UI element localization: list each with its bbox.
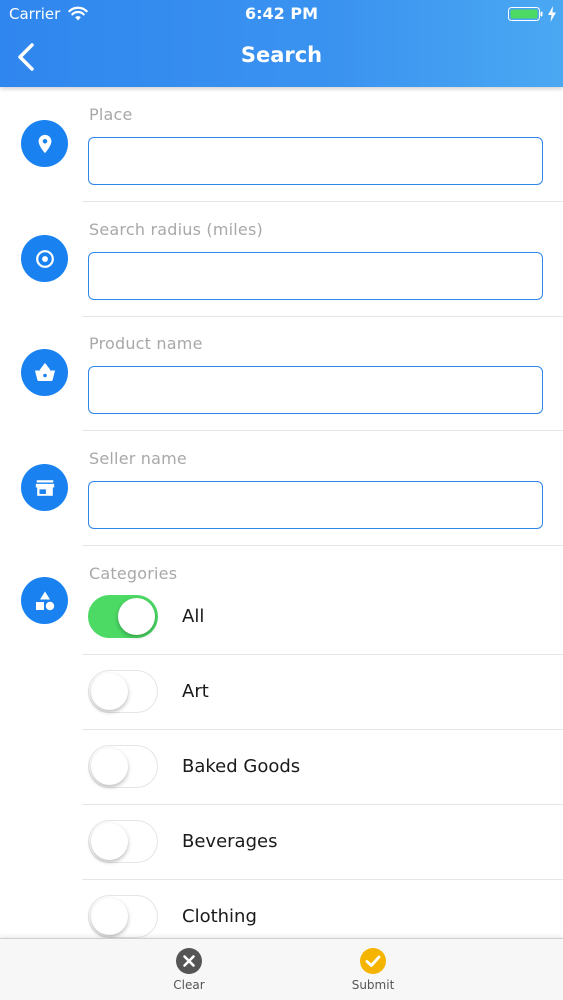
charging-icon [548, 6, 556, 22]
nav-header: Carrier 6:42 PM Search [0, 0, 563, 87]
toggle-knob [91, 823, 128, 860]
submit-label: Submit [351, 978, 395, 992]
check-circle-icon [360, 948, 386, 974]
divider [82, 545, 563, 546]
radius-row: Search radius (miles) [0, 213, 563, 317]
shapes-icon [21, 577, 68, 624]
divider [82, 804, 563, 805]
divider [82, 430, 563, 431]
divider [82, 201, 563, 202]
submit-button[interactable]: Submit [333, 947, 413, 999]
bottom-toolbar: Clear Submit [0, 938, 563, 1000]
status-bar: Carrier 6:42 PM [0, 0, 563, 28]
status-time: 6:42 PM [244, 4, 318, 23]
clear-label: Clear [173, 978, 205, 992]
clear-button[interactable]: Clear [149, 947, 229, 999]
divider [82, 654, 563, 655]
storefront-icon [21, 464, 68, 511]
categories-label: Categories [89, 564, 178, 583]
categories-section: Categories All Art Baked Goods Beverages… [0, 557, 563, 938]
toggle-knob [118, 598, 155, 635]
seller-label: Seller name [89, 449, 187, 468]
category-label: Beverages [182, 831, 278, 852]
product-label: Product name [89, 334, 203, 353]
battery-icon [508, 7, 543, 21]
map-pin-icon [21, 120, 68, 167]
place-input[interactable] [88, 137, 543, 185]
product-input[interactable] [88, 366, 543, 414]
page-title: Search [240, 43, 323, 67]
place-label: Place [89, 105, 133, 124]
radius-label: Search radius (miles) [89, 220, 263, 239]
seller-row: Seller name [0, 442, 563, 546]
category-label: Baked Goods [182, 756, 301, 777]
place-row: Place [0, 98, 563, 202]
product-row: Product name [0, 327, 563, 431]
category-label: Clothing [182, 906, 257, 927]
toggle-baked-goods[interactable] [88, 745, 158, 788]
toggle-art[interactable] [88, 670, 158, 713]
toggle-beverages[interactable] [88, 820, 158, 863]
toggle-all[interactable] [88, 595, 158, 638]
target-icon [21, 235, 68, 282]
divider [82, 879, 563, 880]
divider [82, 729, 563, 730]
close-circle-icon [176, 948, 202, 974]
category-label: All [182, 606, 205, 627]
toggle-knob [91, 748, 128, 785]
toggle-clothing[interactable] [88, 895, 158, 938]
divider [82, 316, 563, 317]
basket-icon [21, 349, 68, 396]
toggle-knob [91, 673, 128, 710]
category-label: Art [182, 681, 209, 702]
toggle-knob [91, 898, 128, 935]
seller-input[interactable] [88, 481, 543, 529]
radius-input[interactable] [88, 252, 543, 300]
